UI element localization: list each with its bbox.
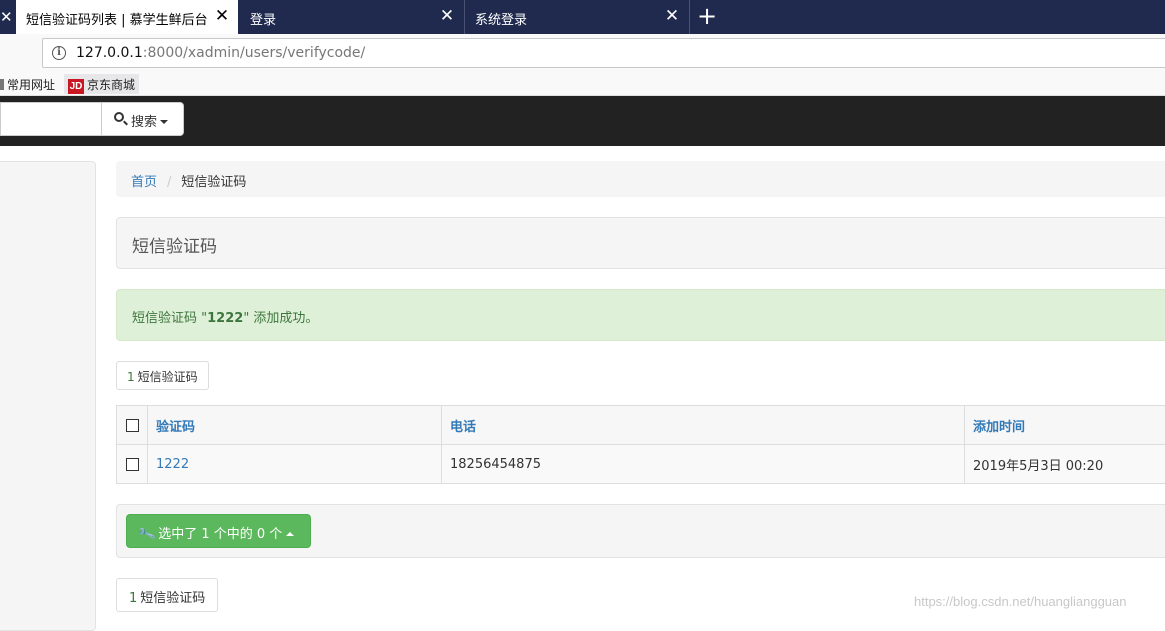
alert-value: 1222 bbox=[207, 311, 243, 326]
browser-tab-strip: ✕ 短信验证码列表 | 慕学生鲜后台 ✕ 登录 ✕ 系统登录 ✕ + bbox=[0, 0, 1165, 34]
select-all-cell bbox=[117, 406, 148, 445]
tab-login[interactable]: 登录 ✕ bbox=[240, 0, 465, 34]
column-header-add-time[interactable]: 添加时间 bbox=[965, 406, 1165, 445]
breadcrumb: 首页 / 短信验证码 bbox=[116, 161, 1165, 197]
sidebar bbox=[0, 161, 96, 631]
tab-system-login[interactable]: 系统登录 ✕ bbox=[465, 0, 690, 34]
bookmark-label: 常用网址 bbox=[7, 78, 55, 92]
caret-up-icon bbox=[286, 532, 294, 536]
page-header: 短信验证码 bbox=[116, 217, 1165, 269]
table-row: 1222 18256454875 2019年5月3日 00:20 bbox=[117, 445, 1165, 484]
result-count-bottom: 1短信验证码 bbox=[116, 578, 218, 612]
breadcrumb-home-link[interactable]: 首页 bbox=[131, 175, 157, 190]
alert-suffix: " 添加成功。 bbox=[243, 311, 318, 326]
result-count-number: 1 bbox=[129, 591, 137, 606]
tab-title: 短信验证码列表 | 慕学生鲜后台 bbox=[26, 9, 208, 28]
watermark: https://blog.csdn.net/huangliangguan bbox=[914, 594, 1127, 609]
caret-down-icon bbox=[160, 120, 168, 124]
bookmarks-bar: 常用网址 JD京东商城 bbox=[0, 72, 1165, 96]
browser-toolbar: i 127.0.0.1:8000/xadmin/users/verifycode… bbox=[0, 34, 1165, 72]
tab-title: 系统登录 bbox=[475, 9, 527, 28]
row-checkbox[interactable] bbox=[126, 458, 139, 471]
search-button[interactable]: 搜索 bbox=[101, 102, 184, 136]
bookmark-jd[interactable]: JD京东商城 bbox=[64, 74, 139, 94]
success-alert: 短信验证码 "1222" 添加成功。 bbox=[116, 289, 1165, 341]
magnifier-icon bbox=[114, 112, 124, 122]
code-link[interactable]: 1222 bbox=[156, 457, 189, 472]
url-text[interactable]: 127.0.0.1:8000/xadmin/users/verifycode/ bbox=[76, 45, 365, 61]
bookmark-label: 京东商城 bbox=[87, 78, 135, 92]
wrench-icon: 🔧 bbox=[137, 525, 157, 545]
select-all-checkbox[interactable] bbox=[126, 419, 139, 432]
tab-title: 登录 bbox=[250, 9, 276, 28]
selected-actions-label: 选中了 1 个中的 0 个 bbox=[158, 527, 282, 542]
column-header-mobile[interactable]: 电话 bbox=[442, 406, 965, 445]
cell-code: 1222 bbox=[148, 445, 442, 484]
alert-prefix: 短信验证码 " bbox=[132, 311, 207, 326]
result-count-number: 1 bbox=[127, 370, 135, 384]
close-icon[interactable]: ✕ bbox=[0, 8, 8, 26]
url-host: 127.0.0.1 bbox=[76, 45, 143, 61]
info-icon[interactable]: i bbox=[52, 46, 66, 60]
url-bar[interactable]: i 127.0.0.1:8000/xadmin/users/verifycode… bbox=[42, 38, 1165, 68]
admin-navbar: 搜索 bbox=[0, 96, 1165, 146]
row-select-cell bbox=[117, 445, 148, 484]
search-button-label: 搜索 bbox=[131, 115, 157, 130]
column-header-code[interactable]: 验证码 bbox=[148, 406, 442, 445]
breadcrumb-current: 短信验证码 bbox=[181, 175, 246, 190]
actions-bar: 🔧选中了 1 个中的 0 个 bbox=[116, 504, 1165, 558]
new-tab-button[interactable]: + bbox=[696, 3, 718, 29]
jd-icon: JD bbox=[68, 79, 84, 94]
cell-mobile: 18256454875 bbox=[442, 445, 965, 484]
url-path: :8000/xadmin/users/verifycode/ bbox=[143, 45, 365, 61]
tab-verifycode-list[interactable]: 短信验证码列表 | 慕学生鲜后台 ✕ bbox=[16, 0, 238, 34]
result-count-label: 短信验证码 bbox=[138, 370, 198, 384]
close-icon[interactable]: ✕ bbox=[214, 7, 230, 25]
cell-add-time: 2019年5月3日 00:20 bbox=[965, 445, 1165, 484]
result-count-label: 短信验证码 bbox=[140, 591, 205, 606]
result-count-top: 1短信验证码 bbox=[116, 361, 209, 390]
selected-actions-button[interactable]: 🔧选中了 1 个中的 0 个 bbox=[126, 514, 311, 548]
folder-icon bbox=[0, 79, 4, 90]
table-header-row: 验证码 电话 添加时间 bbox=[117, 406, 1165, 445]
close-icon[interactable]: ✕ bbox=[664, 7, 680, 25]
search-input[interactable] bbox=[0, 102, 102, 136]
close-icon[interactable]: ✕ bbox=[439, 7, 455, 25]
page-title: 短信验证码 bbox=[132, 232, 217, 257]
bookmark-common-sites[interactable]: 常用网址 bbox=[0, 76, 55, 93]
breadcrumb-separator: / bbox=[167, 175, 171, 190]
result-table: 验证码 电话 添加时间 1222 18256454875 2019年5月3日 0… bbox=[116, 405, 1165, 484]
